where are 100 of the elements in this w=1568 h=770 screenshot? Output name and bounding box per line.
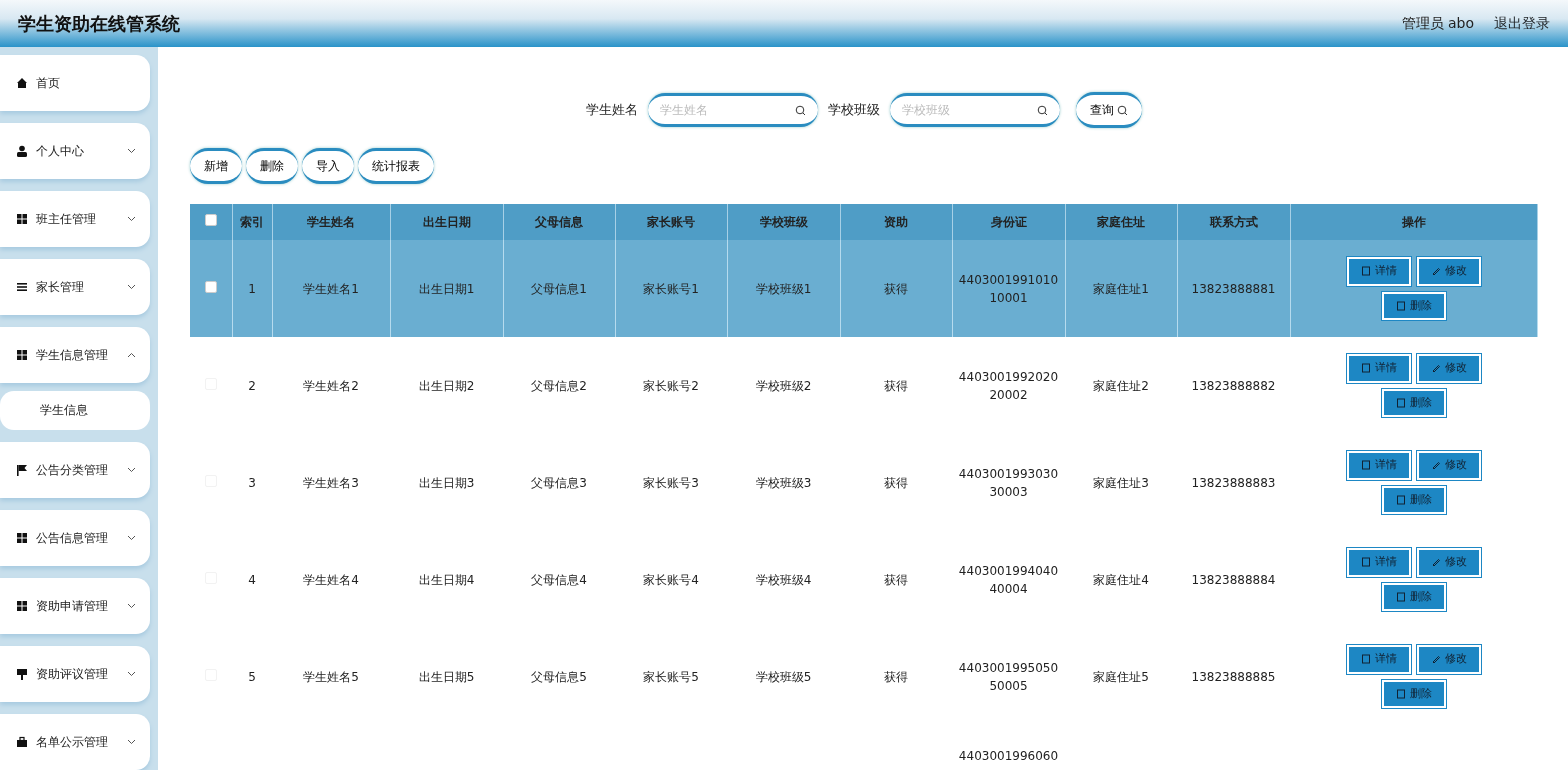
search-field[interactable]: 学生姓名 xyxy=(648,93,818,127)
search-icon xyxy=(1037,105,1048,116)
document-icon xyxy=(1360,266,1371,277)
person-icon xyxy=(16,145,28,158)
table-cell: 4403001996060 xyxy=(958,749,1059,763)
table-cell: 5 xyxy=(248,669,256,684)
search-button[interactable]: 查询 xyxy=(1076,92,1142,128)
app-title: 学生资助在线管系统 xyxy=(18,12,180,36)
table-cell: 出生日期2 xyxy=(418,378,475,393)
document-icon xyxy=(1360,363,1371,374)
pencil-icon xyxy=(1430,557,1441,568)
action-button[interactable]: 修改 xyxy=(1416,548,1481,577)
chevron-icon xyxy=(127,738,136,745)
toolbar-button[interactable]: 统计报表 xyxy=(358,148,434,184)
column-header: 出生日期 xyxy=(390,204,503,240)
table-cell: 学生姓名2 xyxy=(303,378,359,393)
chevron-icon xyxy=(127,284,136,291)
trash-icon xyxy=(1395,397,1406,408)
action-button[interactable]: 修改 xyxy=(1416,257,1481,286)
row-checkbox[interactable] xyxy=(204,280,217,293)
table-cell: 4 xyxy=(248,572,256,587)
action-button[interactable]: 删除 xyxy=(1381,485,1446,514)
action-button[interactable]: 删除 xyxy=(1381,582,1446,611)
grid-icon xyxy=(16,349,28,362)
sidebar-item[interactable]: 公告信息管理 xyxy=(0,509,150,566)
sidebar-item[interactable]: 个人中心 xyxy=(0,123,150,180)
action-button[interactable]: 修改 xyxy=(1416,354,1481,383)
toolbar-button[interactable]: 导入 xyxy=(302,148,354,184)
action-button[interactable]: 修改 xyxy=(1416,451,1481,480)
table-cell: 学校班级4 xyxy=(755,572,812,587)
user-label: 管理员 abo xyxy=(1401,14,1474,33)
table-cell: 获得 xyxy=(884,281,908,296)
table-cell: 13823888883 xyxy=(1191,475,1276,490)
sidebar-item[interactable]: 名单公示管理 xyxy=(0,713,150,770)
table-cell: 父母信息2 xyxy=(531,378,587,393)
trash-icon xyxy=(1395,591,1406,602)
table-cell: 家庭住址1 xyxy=(1093,281,1149,296)
table-cell-text: 440300199404040004 xyxy=(958,562,1059,598)
pencil-icon xyxy=(1430,363,1441,374)
toolbar-button[interactable]: 删除 xyxy=(246,148,298,184)
search-icon xyxy=(795,105,806,116)
table-cell: 学生姓名5 xyxy=(303,669,359,684)
table-cell: 家长账号1 xyxy=(643,281,699,296)
chevron-icon xyxy=(127,602,136,609)
sidebar-item[interactable]: 资助评议管理 xyxy=(0,645,150,702)
briefcase-icon xyxy=(16,735,28,748)
signboard-icon xyxy=(16,667,28,680)
action-button[interactable]: 详情 xyxy=(1346,548,1411,577)
grid-icon xyxy=(16,531,28,544)
column-header: 家庭住址 xyxy=(1065,204,1177,240)
select-all-checkbox[interactable] xyxy=(204,214,217,226)
action-button[interactable]: 详情 xyxy=(1346,645,1411,674)
column-header: 父母信息 xyxy=(503,204,615,240)
table-cell-text: 440300199101010001 xyxy=(958,271,1059,307)
table-cell: 学校班级5 xyxy=(755,669,812,684)
table-cell: 家长账号2 xyxy=(643,378,699,393)
table-cell: 获得 xyxy=(884,669,908,684)
chevron-icon xyxy=(127,670,136,677)
action-button[interactable]: 删除 xyxy=(1381,388,1446,417)
action-button[interactable]: 详情 xyxy=(1346,451,1411,480)
grid-icon xyxy=(16,599,28,612)
pencil-icon xyxy=(1430,460,1441,471)
sidebar-item[interactable]: 家长管理 xyxy=(0,259,150,316)
field-label: 学生姓名 xyxy=(586,101,638,120)
column-header: 学校班级 xyxy=(727,204,840,240)
table-cell: 家庭住址2 xyxy=(1093,378,1149,393)
table-cell: 13823888881 xyxy=(1191,281,1276,296)
table-cell: 获得 xyxy=(884,475,908,490)
table-cell: 学生姓名1 xyxy=(303,281,359,296)
sidebar-item[interactable]: 首页 xyxy=(0,55,150,112)
table-cell: 出生日期5 xyxy=(418,669,475,684)
sidebar-item[interactable]: 学生信息管理 xyxy=(0,327,150,384)
sidebar-item[interactable]: 公告分类管理 xyxy=(0,441,150,498)
table-cell: 13823888885 xyxy=(1191,669,1276,684)
action-button[interactable]: 删除 xyxy=(1381,291,1446,320)
toolbar-button[interactable]: 新增 xyxy=(190,148,242,184)
column-header: 操作 xyxy=(1290,204,1538,240)
table-cell-text: 440300199505050005 xyxy=(958,659,1059,695)
table-cell: 父母信息4 xyxy=(531,572,587,587)
table-cell: 出生日期3 xyxy=(418,475,475,490)
table-cell: 学校班级1 xyxy=(755,281,812,296)
column-header: 身份证 xyxy=(952,204,1065,240)
action-button[interactable]: 修改 xyxy=(1416,645,1481,674)
logout-link[interactable]: 退出登录 xyxy=(1494,13,1550,34)
table-cell: 出生日期1 xyxy=(418,281,475,296)
search-field[interactable]: 学校班级 xyxy=(890,93,1060,127)
sidebar-subitem[interactable]: 学生信息 xyxy=(0,391,150,430)
action-button[interactable]: 详情 xyxy=(1346,354,1411,383)
sidebar-item[interactable]: 资助申请管理 xyxy=(0,577,150,634)
sidebar-item[interactable]: 班主任管理 xyxy=(0,191,150,248)
chevron-icon xyxy=(127,352,136,359)
table-cell: 父母信息3 xyxy=(531,475,587,490)
table-cell: 家长账号4 xyxy=(643,572,699,587)
grid-icon xyxy=(16,213,28,226)
field-label: 学校班级 xyxy=(828,101,880,120)
action-button[interactable]: 删除 xyxy=(1381,679,1446,708)
table-cell: 学校班级2 xyxy=(755,378,812,393)
table-cell: 家庭住址4 xyxy=(1093,572,1149,587)
table-cell: 3 xyxy=(248,475,256,490)
action-button[interactable]: 详情 xyxy=(1346,257,1411,286)
